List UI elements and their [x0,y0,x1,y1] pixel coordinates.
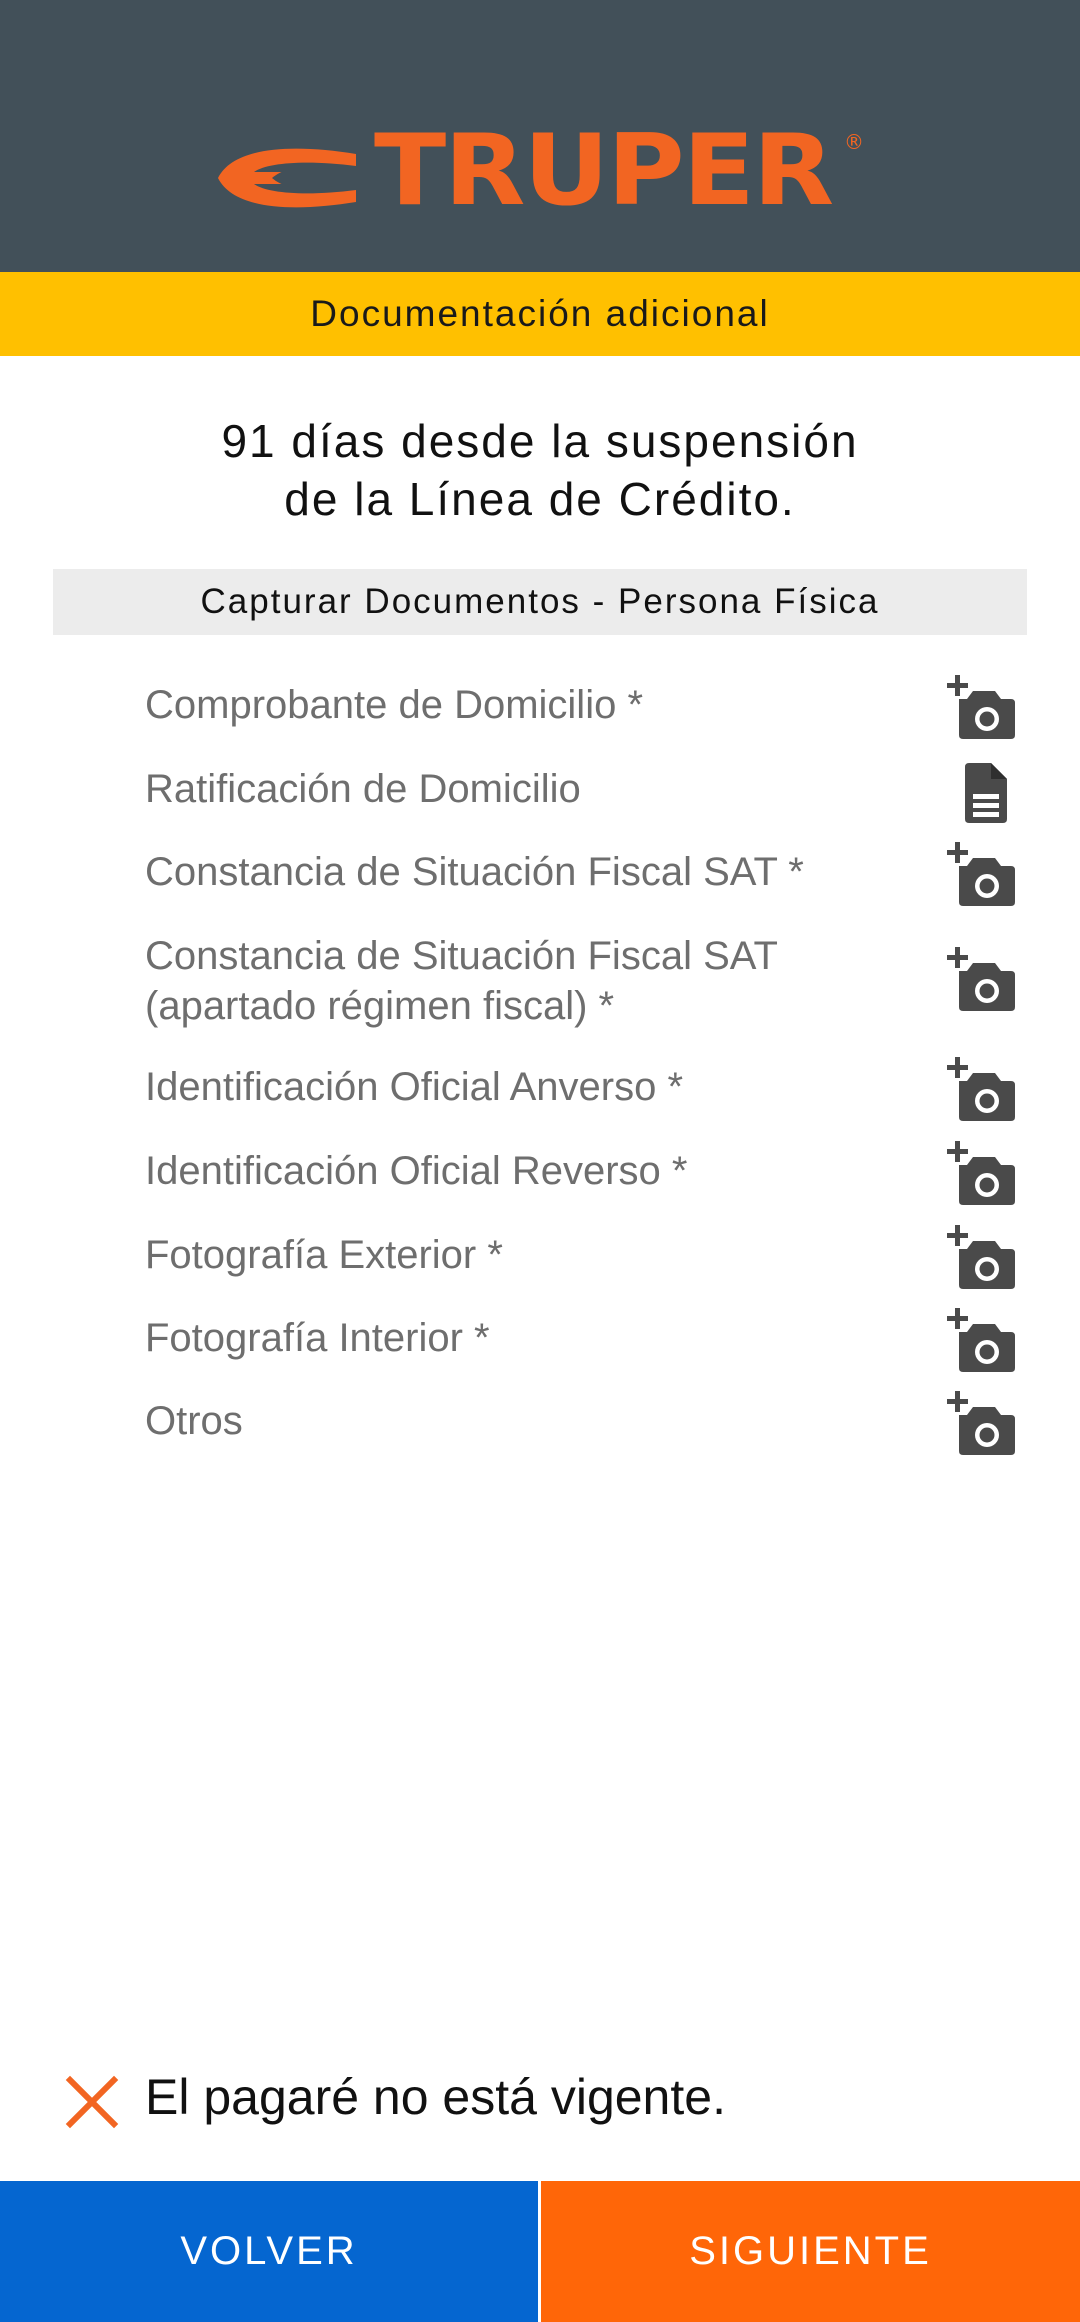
next-button[interactable]: SIGUIENTE [541,2181,1080,2322]
promissory-note-warning: El pagaré no está vigente. [64,2064,1024,2134]
document-label: Otros [145,1399,243,1443]
truper-logo: TRUPER ® [214,122,864,220]
document-row-ratificacion-domicilio[interactable]: Ratificación de Domicilio [145,759,1025,829]
suspension-status-line2: de la Línea de Crédito. [284,473,796,525]
document-row-comprobante-domicilio[interactable]: Comprobante de Domicilio * [145,675,1025,745]
app-header: TRUPER ® [0,0,1080,272]
document-icon[interactable] [945,761,1017,827]
add-photo-icon[interactable] [945,1225,1017,1291]
add-photo-icon[interactable] [945,947,1017,1013]
add-photo-icon[interactable] [945,1391,1017,1457]
document-label-line2: (apartado régimen fiscal) * [145,984,615,1028]
document-label: Fotografía Interior * [145,1316,490,1360]
suspension-status: 91 días desde la suspensión de la Línea … [0,412,1080,528]
document-label: Constancia de Situación Fiscal SAT (apar… [145,931,905,1031]
add-photo-icon[interactable] [945,1141,1017,1207]
registered-mark: ® [844,130,864,154]
document-row-fotografia-interior[interactable]: Fotografía Interior * [145,1308,1025,1378]
suspension-status-line1: 91 días desde la suspensión [221,415,859,467]
back-button[interactable]: VOLVER [0,2181,538,2322]
warning-message: El pagaré no está vigente. [145,2069,726,2125]
section-header: Capturar Documentos - Persona Física [53,569,1027,635]
document-label-line1: Constancia de Situación Fiscal SAT [145,934,778,978]
document-row-identificacion-reverso[interactable]: Identificación Oficial Reverso * [145,1141,1025,1211]
document-label: Ratificación de Domicilio [145,767,581,811]
close-x-icon [65,2075,119,2129]
document-label: Comprobante de Domicilio * [145,683,644,727]
document-row-otros[interactable]: Otros [145,1391,1025,1461]
screen-title: Documentación adicional [310,293,770,334]
document-label: Fotografía Exterior * [145,1233,503,1277]
document-row-fotografia-exterior[interactable]: Fotografía Exterior * [145,1225,1025,1295]
truper-logo-mark [218,148,356,208]
section-title: Capturar Documentos - Persona Física [200,582,880,621]
document-label: Identificación Oficial Reverso * [145,1149,688,1193]
add-photo-icon[interactable] [945,675,1017,741]
document-row-constancia-fiscal-regimen[interactable]: Constancia de Situación Fiscal SAT (apar… [145,926,1025,1036]
document-row-identificacion-anverso[interactable]: Identificación Oficial Anverso * [145,1057,1025,1127]
document-label: Identificación Oficial Anverso * [145,1065,684,1109]
truper-logo-text: TRUPER [374,114,834,228]
add-photo-icon[interactable] [945,842,1017,908]
screen-title-bar: Documentación adicional [0,272,1080,356]
document-row-constancia-fiscal[interactable]: Constancia de Situación Fiscal SAT * [145,842,1025,912]
add-photo-icon[interactable] [945,1057,1017,1123]
document-label: Constancia de Situación Fiscal SAT * [145,850,804,894]
add-photo-icon[interactable] [945,1308,1017,1374]
